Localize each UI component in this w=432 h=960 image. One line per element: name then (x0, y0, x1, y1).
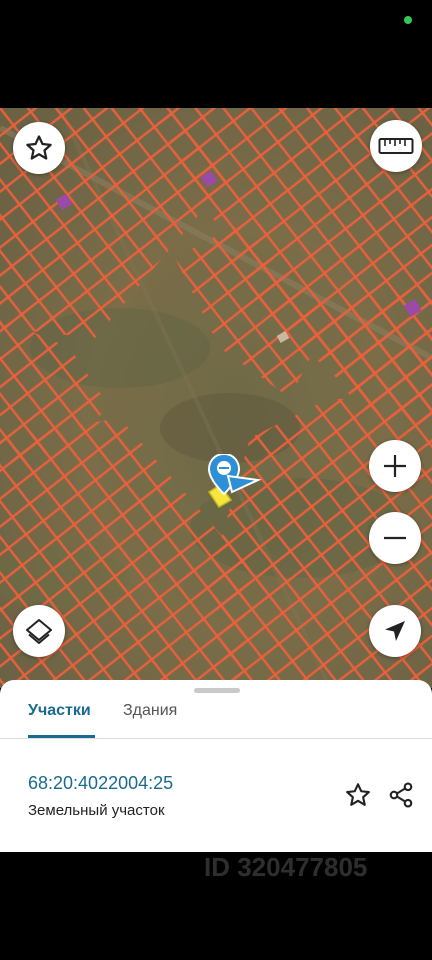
zoom-out-button[interactable] (369, 512, 421, 564)
satellite-map (0, 108, 432, 688)
favorite-map-button[interactable] (13, 122, 65, 174)
sheet-drag-handle[interactable] (194, 688, 240, 693)
star-outline-icon (346, 783, 370, 806)
watermark-text: ID 320477805 (204, 852, 368, 882)
tab-buildings[interactable]: Здания (123, 702, 177, 720)
status-indicator-dot (404, 16, 412, 24)
ruler-icon (378, 138, 414, 154)
navigation-arrow-icon (385, 621, 405, 641)
minus-icon (384, 536, 406, 540)
plus-icon (384, 455, 406, 477)
status-bar (0, 0, 432, 108)
navigation-area: ID 320477805 (0, 852, 432, 960)
add-to-favorites-button[interactable] (343, 780, 373, 810)
object-type-label: Земельный участок (28, 802, 165, 819)
map-layers-button[interactable] (13, 605, 65, 657)
share-icon (389, 782, 413, 808)
bottom-sheet: Участки Здания 68:20:4022004:25 Земельны… (0, 680, 432, 852)
zoom-in-button[interactable] (369, 440, 421, 492)
location-pin-icon[interactable] (206, 454, 262, 506)
cadastral-number-link[interactable]: 68:20:4022004:25 (28, 773, 173, 794)
layers-icon (26, 619, 52, 644)
star-outline-icon (26, 135, 52, 160)
my-location-button[interactable] (369, 605, 421, 657)
map-view[interactable] (0, 108, 432, 688)
measure-distance-button[interactable] (370, 120, 422, 172)
share-button[interactable] (386, 780, 416, 810)
tab-plots[interactable]: Участки (28, 702, 91, 720)
tabs-divider (0, 738, 432, 739)
